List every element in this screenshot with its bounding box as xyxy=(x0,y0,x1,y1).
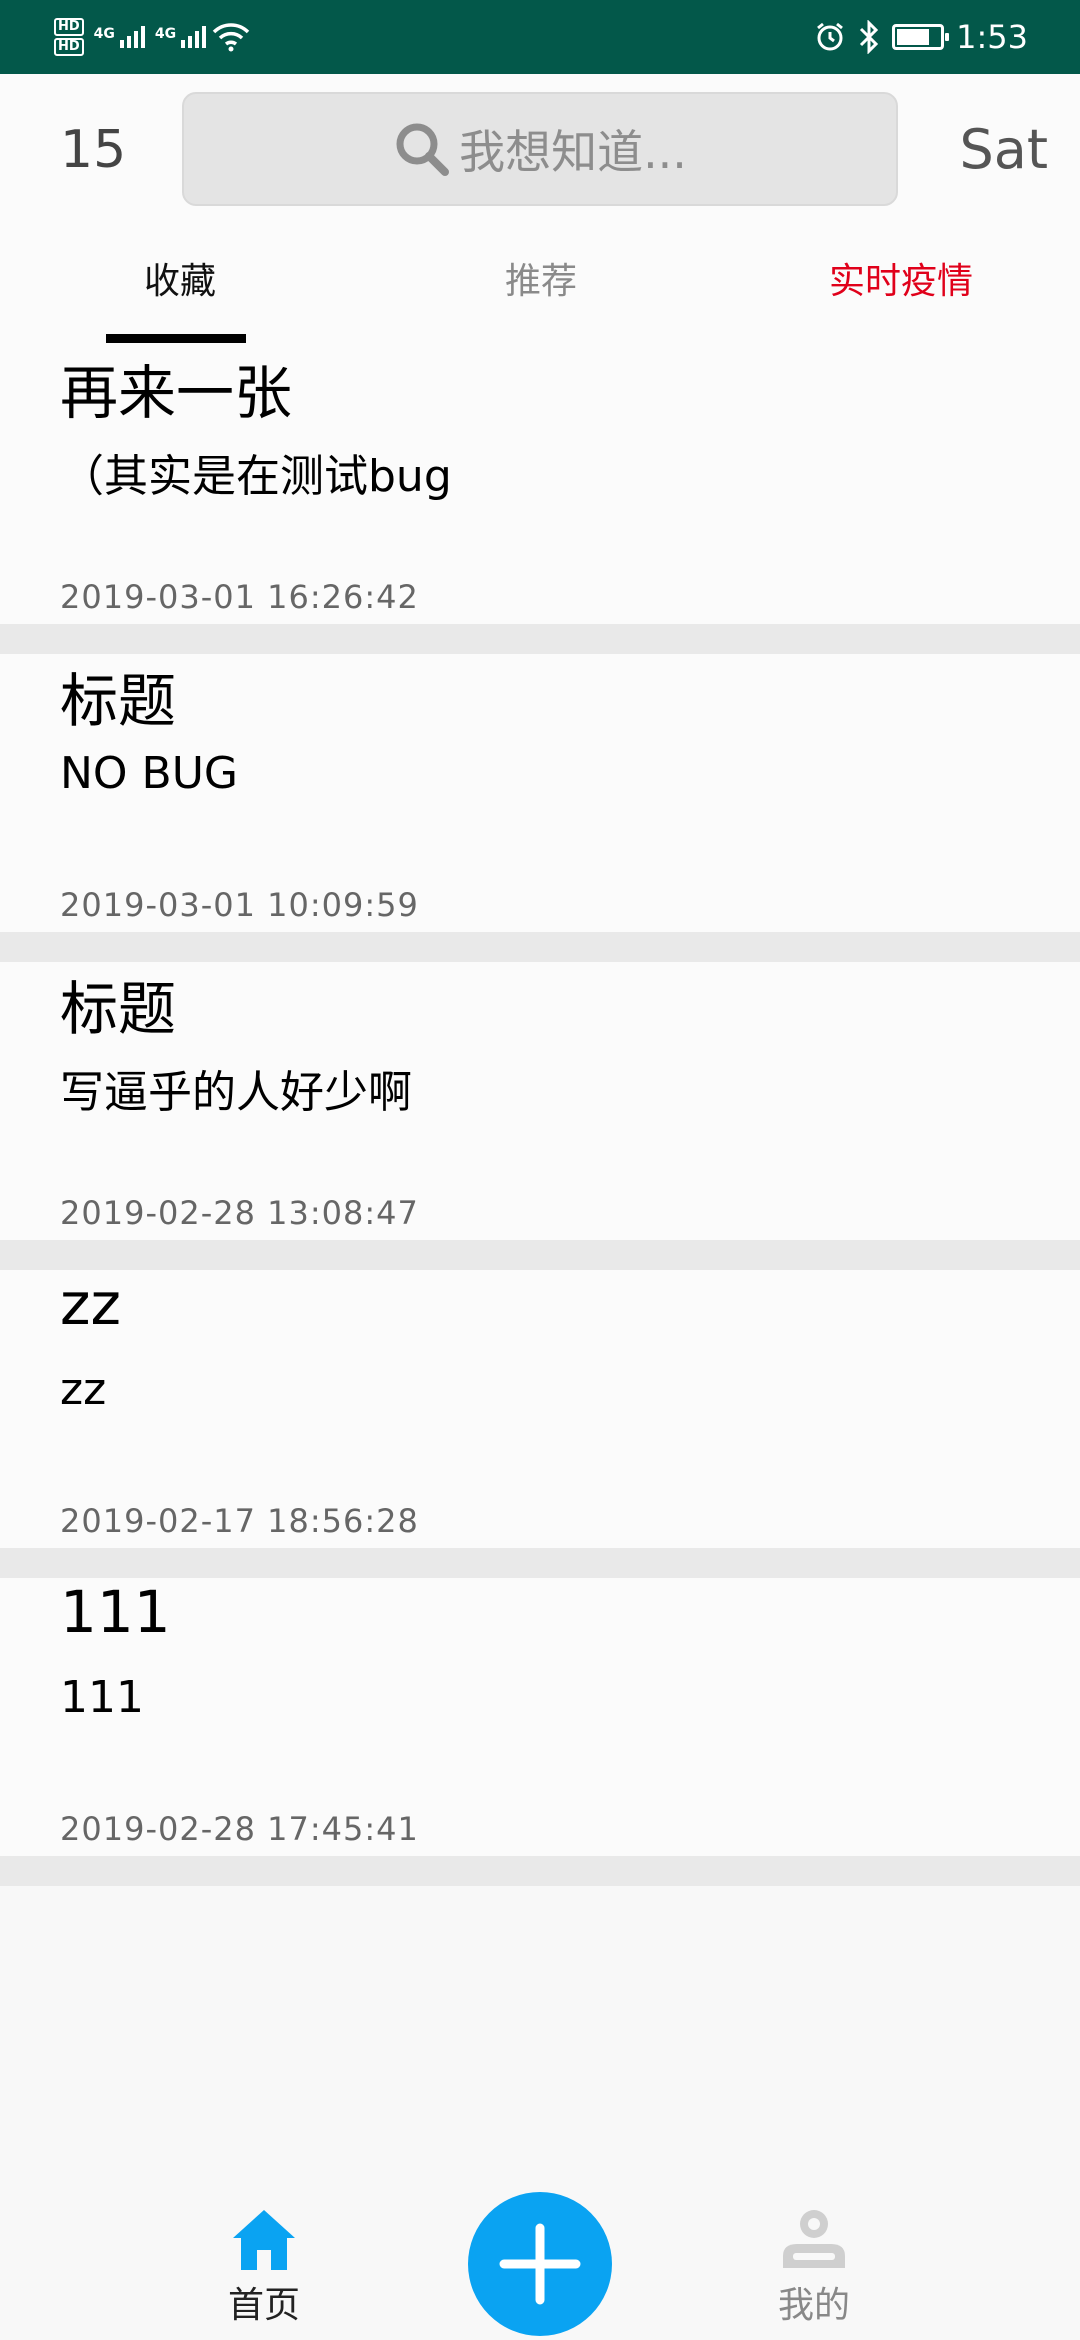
tab-indicator xyxy=(106,334,246,343)
hd-badge-1: HD xyxy=(54,18,84,36)
post-list: 再来一张 （其实是在测试bug 2019-03-01 16:26:42 标题 N… xyxy=(0,346,1080,1886)
item-date: 2019-03-01 16:26:42 xyxy=(60,578,419,616)
add-post-button[interactable] xyxy=(468,2192,612,2336)
alarm-icon xyxy=(817,22,844,51)
status-time: 1:53 xyxy=(956,18,1028,56)
item-body: 写逼乎的人好少啊 xyxy=(60,1067,412,1118)
list-item[interactable]: 111 111 2019-02-28 17:45:41 xyxy=(0,1578,1080,1886)
item-date: 2019-02-28 17:45:41 xyxy=(60,1810,419,1848)
list-item[interactable]: zz zz 2019-02-17 18:56:28 xyxy=(0,1270,1080,1578)
tab-recommended[interactable]: 推荐 xyxy=(505,252,577,304)
tab-bar: 收藏 推荐 实时疫情 xyxy=(0,226,1080,346)
network-type-2: 4G xyxy=(154,26,177,42)
bottom-nav: 首页 我的 xyxy=(0,2180,1080,2340)
nav-home[interactable]: 首页 xyxy=(228,2206,300,2328)
item-body: zz xyxy=(60,1364,107,1415)
nav-home-label: 首页 xyxy=(228,2285,301,2326)
item-body: NO BUG xyxy=(60,748,239,799)
network-type-1: 4G xyxy=(93,26,115,42)
search-placeholder: 我想知道... xyxy=(459,125,687,179)
search-icon xyxy=(396,123,450,176)
item-title: 标题 xyxy=(60,667,177,735)
item-date: 2019-03-01 10:09:59 xyxy=(60,886,419,924)
status-right: 1:53 xyxy=(814,18,1028,56)
date-day-number: 15 xyxy=(60,120,127,180)
person-icon xyxy=(783,2210,845,2268)
item-body: 111 xyxy=(60,1672,144,1723)
status-left: HD HD 4G 4G xyxy=(54,18,250,56)
top-header: 15 我想知道... Sat xyxy=(0,74,1080,226)
item-date: 2019-02-28 13:08:47 xyxy=(60,1194,419,1232)
list-item[interactable]: 标题 写逼乎的人好少啊 2019-02-28 13:08:47 xyxy=(0,962,1080,1270)
list-item[interactable]: 再来一张 （其实是在测试bug 2019-03-01 16:26:42 xyxy=(0,346,1080,654)
tab-epidemic[interactable]: 实时疫情 xyxy=(829,252,973,304)
item-title: zz xyxy=(60,1270,121,1338)
signal-icon-2: 4G xyxy=(154,26,207,48)
date-day-name: Sat xyxy=(959,118,1048,181)
nav-profile-label: 我的 xyxy=(778,2285,851,2326)
item-date: 2019-02-17 18:56:28 xyxy=(60,1502,419,1540)
wifi-icon xyxy=(212,23,250,52)
list-item[interactable]: 标题 NO BUG 2019-03-01 10:09:59 xyxy=(0,654,1080,962)
item-title: 标题 xyxy=(60,975,177,1043)
item-title: 再来一张 xyxy=(60,359,293,427)
tab-favorites[interactable]: 收藏 xyxy=(144,252,216,304)
signal-icon-1: 4G xyxy=(94,26,145,48)
hd-badge-2: HD xyxy=(54,38,84,56)
item-body: （其实是在测试bug xyxy=(60,451,452,502)
item-title: 111 xyxy=(60,1578,171,1646)
nav-profile[interactable]: 我的 xyxy=(778,2206,850,2328)
home-icon xyxy=(233,2210,295,2270)
bluetooth-icon xyxy=(860,20,879,54)
search-bar[interactable]: 我想知道... xyxy=(182,92,898,206)
status-bar: HD HD 4G 4G 1:53 xyxy=(0,0,1080,74)
hd-indicators: HD HD xyxy=(54,18,84,56)
plus-icon xyxy=(499,2223,581,2305)
battery-icon xyxy=(892,24,950,50)
